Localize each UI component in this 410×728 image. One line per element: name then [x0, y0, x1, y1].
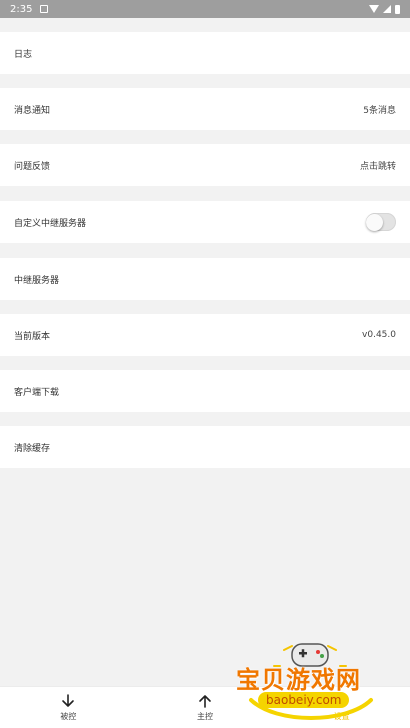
version-value: v0.45.0: [362, 330, 396, 340]
bottom-nav: 被控 主控 设置: [0, 686, 410, 728]
status-bar: 2:35: [0, 0, 410, 18]
signal-icon: [383, 5, 391, 13]
settings-icon: [335, 695, 348, 707]
settings-row-clear-cache[interactable]: 清除缓存: [0, 426, 410, 468]
arrow-down-icon: [62, 694, 75, 707]
settings-label-custom-relay: 自定义中继服务器: [14, 218, 87, 229]
settings-row-relay-server[interactable]: 中继服务器: [0, 258, 410, 300]
toggle-knob: [366, 213, 383, 231]
nav-label-settings: 设置: [333, 712, 350, 721]
battery-icon: [395, 4, 400, 14]
status-time: 2:35: [10, 3, 33, 15]
settings-label-log: 日志: [14, 49, 33, 60]
custom-relay-toggle[interactable]: [366, 213, 396, 231]
notifications-count: 5条消息: [363, 105, 396, 116]
settings-row-version[interactable]: 当前版本 v0.45.0: [0, 314, 410, 356]
settings-row-feedback[interactable]: 问题反馈 点击跳转: [0, 144, 410, 186]
settings-row-client-download[interactable]: 客户端下载: [0, 370, 410, 412]
settings-label-relay-server: 中继服务器: [14, 275, 60, 286]
nav-label-controller: 主控: [197, 712, 213, 721]
settings-label-notifications: 消息通知: [14, 105, 51, 116]
settings-row-notifications[interactable]: 消息通知 5条消息: [0, 88, 410, 130]
nav-label-controlled: 被控: [60, 712, 77, 721]
settings-row-custom-relay: 自定义中继服务器: [0, 201, 410, 243]
wifi-icon: [369, 5, 379, 13]
nav-item-controller[interactable]: 主控: [137, 687, 274, 728]
settings-label-client-download: 客户端下载: [14, 387, 60, 398]
settings-label-version: 当前版本: [14, 331, 51, 342]
nav-item-settings[interactable]: 设置: [273, 687, 410, 728]
feedback-link[interactable]: 点击跳转: [360, 159, 396, 172]
settings-label-feedback: 问题反馈: [14, 161, 51, 172]
settings-label-clear-cache: 清除缓存: [14, 443, 51, 454]
nav-item-controlled[interactable]: 被控: [0, 687, 137, 728]
arrow-up-icon: [199, 695, 211, 708]
notification-icon: [40, 5, 49, 13]
settings-row-log[interactable]: 日志: [0, 32, 410, 74]
